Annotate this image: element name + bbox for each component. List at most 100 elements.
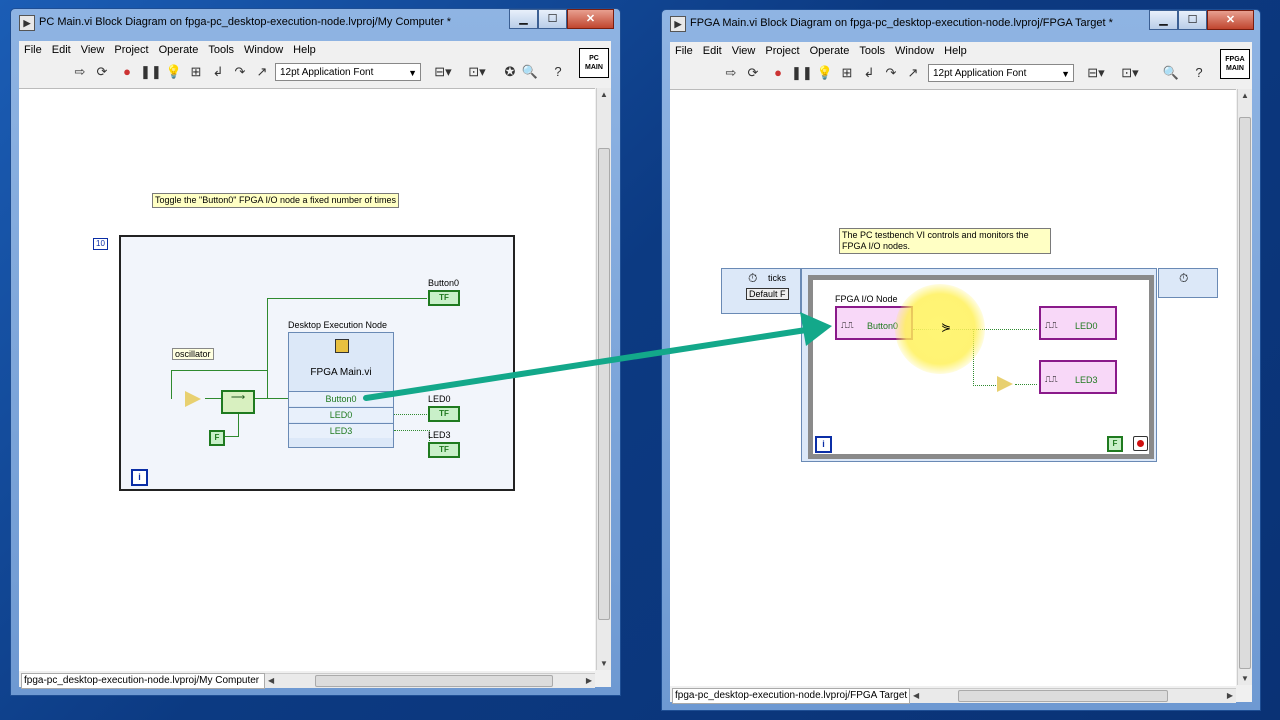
pause-icon[interactable]: ❚❚ bbox=[140, 63, 162, 81]
den-row-led0[interactable]: LED0 bbox=[289, 407, 393, 422]
menu-file[interactable]: File bbox=[19, 44, 47, 56]
menu-edit[interactable]: Edit bbox=[47, 44, 76, 56]
not-gate[interactable] bbox=[997, 376, 1013, 392]
context-help-icon[interactable]: ? bbox=[1190, 64, 1208, 82]
menu-operate[interactable]: Operate bbox=[154, 44, 204, 56]
scroll-up-arrow-icon[interactable]: ▲ bbox=[1241, 91, 1249, 100]
left-horizontal-scroll-thumb[interactable] bbox=[315, 675, 553, 687]
context-help-icon[interactable]: ? bbox=[549, 63, 567, 81]
run-arrow-icon[interactable]: ⇨ bbox=[722, 64, 740, 82]
menu-tools[interactable]: Tools bbox=[203, 44, 239, 56]
scroll-down-arrow-icon[interactable]: ▼ bbox=[600, 659, 608, 668]
right-horizontal-scroll-thumb[interactable] bbox=[958, 690, 1168, 702]
search-icon[interactable]: 🔍 bbox=[521, 63, 539, 81]
den-row-button0[interactable]: Button0 bbox=[289, 391, 393, 406]
indicator-led3[interactable]: TF bbox=[428, 442, 460, 458]
step-into-icon[interactable]: ↲ bbox=[860, 64, 878, 82]
font-select[interactable]: 12pt Application Font ▼ bbox=[928, 64, 1074, 82]
desktop-execution-node[interactable]: FPGA Main.vi Button0 LED0 LED3 bbox=[288, 332, 394, 448]
menu-edit[interactable]: Edit bbox=[698, 45, 727, 57]
distribute-objects-icon[interactable]: ⊡▾ bbox=[463, 63, 491, 81]
close-button[interactable]: ✕ bbox=[567, 9, 614, 29]
abort-icon[interactable]: ● bbox=[118, 63, 136, 81]
retain-wire-values-icon[interactable]: ⊞ bbox=[187, 63, 205, 81]
abort-icon[interactable]: ● bbox=[769, 64, 787, 82]
scroll-left-arrow-icon[interactable]: ◀ bbox=[268, 676, 274, 685]
left-vertical-scrollbar[interactable]: ▲ ▼ bbox=[596, 88, 611, 670]
right-horizontal-scrollbar[interactable]: ◀ ▶ bbox=[910, 688, 1236, 703]
scroll-right-arrow-icon[interactable]: ▶ bbox=[586, 676, 592, 685]
step-out-icon[interactable]: ↗ bbox=[253, 63, 271, 81]
distribute-objects-icon[interactable]: ⊡▾ bbox=[1116, 64, 1144, 82]
execution-highlight bbox=[895, 284, 985, 374]
highlight-execution-icon[interactable]: 💡 bbox=[816, 64, 834, 82]
left-block-diagram[interactable]: Toggle the "Button0" FPGA I/O node a fix… bbox=[19, 88, 595, 671]
left-vertical-scroll-thumb[interactable] bbox=[598, 148, 610, 620]
false-constant[interactable]: F bbox=[1107, 436, 1123, 452]
menu-window[interactable]: Window bbox=[890, 45, 939, 57]
run-arrow-icon[interactable]: ⇨ bbox=[71, 63, 89, 81]
vi-icon[interactable]: PC MAIN bbox=[579, 48, 609, 78]
fpga-io-node-led0[interactable]: ⎍⎍ LED0 bbox=[1039, 306, 1117, 340]
maximize-button[interactable]: ☐ bbox=[538, 9, 567, 29]
highlight-execution-icon[interactable]: 💡 bbox=[165, 63, 183, 81]
den-row-led3[interactable]: LED3 bbox=[289, 423, 393, 438]
menu-view[interactable]: View bbox=[76, 44, 110, 56]
left-titlebar[interactable]: ▶ PC Main.vi Block Diagram on fpga-pc_de… bbox=[11, 9, 620, 35]
menu-window[interactable]: Window bbox=[239, 44, 288, 56]
ticks-label: ticks bbox=[768, 273, 786, 283]
step-out-icon[interactable]: ↗ bbox=[904, 64, 922, 82]
scroll-down-arrow-icon[interactable]: ▼ bbox=[1241, 674, 1249, 683]
timed-loop-input-node[interactable]: ⏱ ticks Default F bbox=[721, 268, 801, 314]
run-continuously-icon[interactable]: ⟳ bbox=[93, 63, 111, 81]
menu-project[interactable]: Project bbox=[760, 45, 804, 57]
left-window[interactable]: ▶ PC Main.vi Block Diagram on fpga-pc_de… bbox=[10, 8, 621, 696]
indicator-label-button0: Button0 bbox=[428, 278, 460, 288]
minimize-button[interactable]: ▁ bbox=[509, 9, 538, 29]
timed-loop-output-node[interactable]: ⏱ bbox=[1158, 268, 1218, 298]
right-window[interactable]: ▶ FPGA Main.vi Block Diagram on fpga-pc_… bbox=[661, 9, 1261, 711]
indicator-button0[interactable]: TF bbox=[428, 290, 460, 306]
not-gate[interactable] bbox=[185, 391, 201, 407]
indicator-led0[interactable]: TF bbox=[428, 406, 460, 422]
menu-help[interactable]: Help bbox=[939, 45, 972, 57]
menu-tools[interactable]: Tools bbox=[854, 45, 890, 57]
right-vertical-scrollbar[interactable]: ▲ ▼ bbox=[1237, 89, 1252, 685]
step-into-icon[interactable]: ↲ bbox=[209, 63, 227, 81]
scroll-right-arrow-icon[interactable]: ▶ bbox=[1227, 691, 1233, 700]
timed-loop[interactable]: FPGA I/O Node ⎍⎍ Button0 ⎍⎍ LED0 ⎍⎍ LED3 bbox=[801, 268, 1157, 462]
left-horizontal-scrollbar[interactable]: ◀ ▶ bbox=[265, 673, 595, 688]
io-node-led3-label: LED3 bbox=[1075, 375, 1098, 385]
loop-count-constant[interactable]: 10 bbox=[93, 238, 108, 250]
minimize-button[interactable]: ▁ bbox=[1149, 10, 1178, 30]
search-icon[interactable]: 🔍 bbox=[1162, 64, 1180, 82]
menu-file[interactable]: File bbox=[670, 45, 698, 57]
menu-operate[interactable]: Operate bbox=[805, 45, 855, 57]
scroll-left-arrow-icon[interactable]: ◀ bbox=[913, 691, 919, 700]
run-continuously-icon[interactable]: ⟳ bbox=[744, 64, 762, 82]
for-loop[interactable]: i oscillator ⟶ F Desktop Execution Node bbox=[119, 235, 515, 491]
right-block-diagram[interactable]: The PC testbench VI controls and monitor… bbox=[670, 89, 1236, 686]
close-button[interactable]: ✕ bbox=[1207, 10, 1254, 30]
retain-wire-values-icon[interactable]: ⊞ bbox=[838, 64, 856, 82]
right-vertical-scroll-thumb[interactable] bbox=[1239, 117, 1251, 669]
font-select[interactable]: 12pt Application Font ▼ bbox=[275, 63, 421, 81]
vi-icon[interactable]: FPGA MAIN bbox=[1220, 49, 1250, 79]
menu-help[interactable]: Help bbox=[288, 44, 321, 56]
right-titlebar[interactable]: ▶ FPGA Main.vi Block Diagram on fpga-pc_… bbox=[662, 10, 1260, 36]
waveform-icon: ⎍⎍ bbox=[1045, 320, 1058, 330]
stop-icon[interactable] bbox=[1133, 436, 1148, 451]
select-function[interactable]: ⟶ bbox=[221, 390, 255, 414]
align-objects-icon[interactable]: ⊟▾ bbox=[1082, 64, 1110, 82]
align-objects-icon[interactable]: ⊟▾ bbox=[429, 63, 457, 81]
pause-icon[interactable]: ❚❚ bbox=[791, 64, 813, 82]
fpga-io-node-led3[interactable]: ⎍⎍ LED3 bbox=[1039, 360, 1117, 394]
step-over-icon[interactable]: ↷ bbox=[882, 64, 900, 82]
clean-up-diagram-icon[interactable]: ✪ bbox=[501, 63, 519, 81]
maximize-button[interactable]: ☐ bbox=[1178, 10, 1207, 30]
menu-view[interactable]: View bbox=[727, 45, 761, 57]
step-over-icon[interactable]: ↷ bbox=[231, 63, 249, 81]
menu-project[interactable]: Project bbox=[109, 44, 153, 56]
false-constant[interactable]: F bbox=[209, 430, 225, 446]
scroll-up-arrow-icon[interactable]: ▲ bbox=[600, 90, 608, 99]
